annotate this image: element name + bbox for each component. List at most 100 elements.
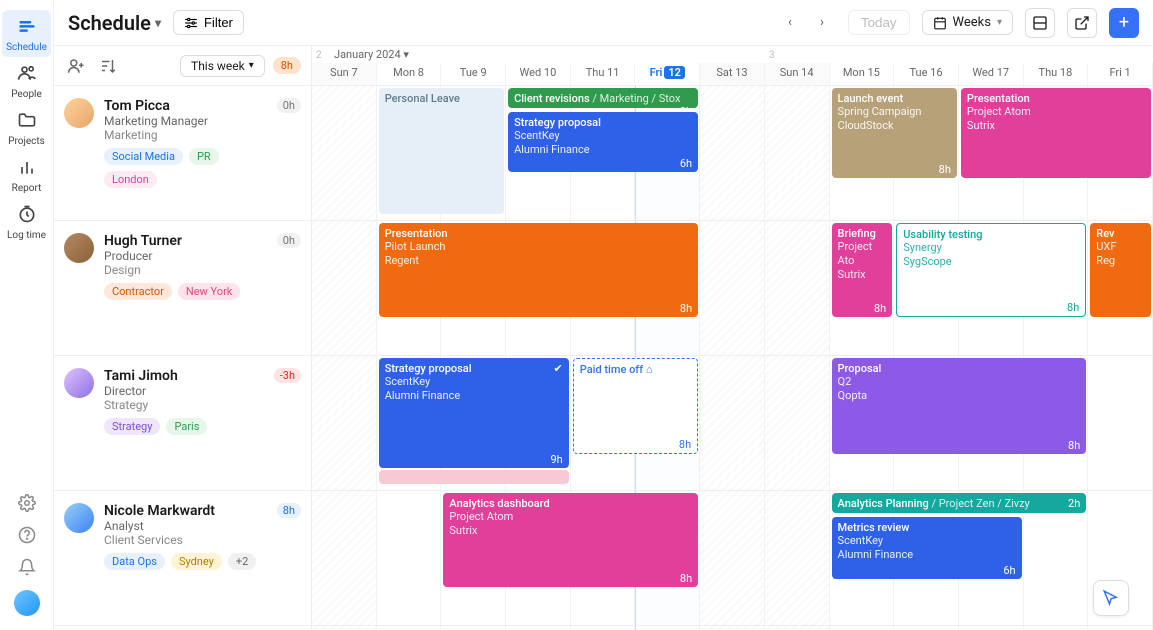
check-icon: ✔︎ bbox=[554, 362, 563, 375]
person-row[interactable]: Tom PiccaMarketing ManagerMarketing Socia… bbox=[54, 86, 311, 221]
person-dept: Marketing bbox=[104, 128, 267, 142]
people-column: This week▾ 8h Tom PiccaMarketing Manager… bbox=[54, 46, 312, 630]
person-hours: 0h bbox=[277, 98, 301, 113]
nav-rail: SchedulePeopleProjectsReportLog time bbox=[0, 0, 54, 630]
day-header[interactable]: Mon 15 bbox=[830, 63, 895, 85]
day-header[interactable]: Sat 13 bbox=[700, 63, 765, 85]
event[interactable]: Strategy proposalScentKeyAlumni Finance6… bbox=[508, 112, 698, 172]
week-num: 3 bbox=[769, 50, 775, 61]
this-week-selector[interactable]: This week▾ bbox=[180, 55, 265, 77]
person-name: Tom Picca bbox=[104, 98, 267, 114]
month-label[interactable]: January 2024 ▾ bbox=[334, 48, 409, 61]
topbar: Schedule ▾ Filter ‹ › Today Weeks ▾ + bbox=[54, 0, 1153, 46]
badge[interactable]: Contractor bbox=[104, 283, 172, 300]
person-row[interactable]: Hugh TurnerProducerDesign Contractor New Y… bbox=[54, 221, 311, 356]
event[interactable]: Strategy proposal ✔︎ScentKeyAlumni Finan… bbox=[379, 358, 569, 468]
add-button[interactable]: + bbox=[1109, 8, 1139, 38]
badge[interactable]: Strategy bbox=[104, 418, 160, 435]
event[interactable]: Client revisions / Marketing / Stox2h bbox=[508, 88, 698, 108]
today-button[interactable]: Today bbox=[848, 10, 910, 35]
caret-down-icon: ▾ bbox=[997, 17, 1002, 28]
projects-icon bbox=[15, 108, 39, 132]
help-icon[interactable] bbox=[18, 526, 36, 544]
cursor-mode-button[interactable] bbox=[1093, 580, 1129, 616]
event[interactable]: Paid time off ⌂8h bbox=[573, 358, 698, 454]
badge[interactable]: Sydney bbox=[171, 553, 222, 570]
home-icon: ⌂ bbox=[646, 363, 653, 376]
day-header[interactable]: Tue 16 bbox=[894, 63, 959, 85]
day-header[interactable]: Fri12 bbox=[635, 63, 700, 85]
day-header[interactable]: Thu 18 bbox=[1024, 63, 1089, 85]
nav-logtime[interactable]: Log time bbox=[2, 198, 51, 245]
badge[interactable]: Paris bbox=[166, 418, 207, 435]
badge[interactable]: Data Ops bbox=[104, 553, 165, 570]
filter-button[interactable]: Filter bbox=[173, 10, 244, 35]
schedule-icon bbox=[15, 14, 39, 38]
avatar bbox=[64, 368, 94, 398]
nav-people[interactable]: People bbox=[2, 57, 51, 104]
person-role: Producer bbox=[104, 249, 267, 263]
next-button[interactable]: › bbox=[808, 9, 836, 37]
person-hours: 8h bbox=[277, 503, 301, 518]
badge[interactable]: New York bbox=[178, 283, 241, 300]
day-header[interactable]: Mon 8 bbox=[377, 63, 442, 85]
person-hours: 0h bbox=[277, 233, 301, 248]
person-dept: Design bbox=[104, 263, 267, 277]
event[interactable]: PresentationProject AtomSutrix bbox=[961, 88, 1151, 178]
event[interactable]: Analytics Planning / Project Zen / Zivzy… bbox=[832, 493, 1087, 513]
person-row[interactable]: Nicole MarkwardtAnalystClient ServicesDa… bbox=[54, 491, 311, 626]
layout-toggle[interactable] bbox=[1025, 8, 1055, 38]
sort-icon[interactable] bbox=[96, 54, 120, 78]
page-title[interactable]: Schedule ▾ bbox=[68, 11, 161, 35]
avatar bbox=[64, 503, 94, 533]
avatar bbox=[64, 98, 94, 128]
person-name: Tami Jimoh bbox=[104, 368, 264, 384]
event[interactable] bbox=[379, 470, 569, 484]
nav-projects[interactable]: Projects bbox=[2, 104, 51, 151]
event[interactable]: Personal Leave bbox=[379, 88, 504, 214]
calendar-icon bbox=[933, 16, 947, 30]
event[interactable]: Launch eventSpring CampaignCloudStock8h bbox=[832, 88, 957, 178]
day-header[interactable]: Fri 1 bbox=[1088, 63, 1153, 85]
badge[interactable]: PR bbox=[189, 148, 219, 165]
nav-schedule[interactable]: Schedule bbox=[2, 10, 51, 57]
week-num: 2 bbox=[316, 50, 322, 61]
day-header[interactable]: Sun 7 bbox=[312, 63, 377, 85]
add-user-icon[interactable] bbox=[64, 54, 88, 78]
badge[interactable]: +2 bbox=[228, 553, 256, 570]
badge[interactable]: London bbox=[104, 171, 157, 188]
day-header[interactable]: Wed 10 bbox=[506, 63, 571, 85]
filter-icon bbox=[184, 16, 198, 30]
event[interactable]: ProposalQ2Qopta8h bbox=[832, 358, 1087, 454]
person-name: Hugh Turner bbox=[104, 233, 267, 249]
person-role: Marketing Manager bbox=[104, 114, 267, 128]
event[interactable]: PresentationPilot LaunchRegent8h bbox=[379, 223, 698, 317]
bell-icon[interactable] bbox=[18, 558, 36, 576]
person-dept: Strategy bbox=[104, 398, 264, 412]
calendar: 2January 2024 ▾3 Sun 7Mon 8Tue 9Wed 10Th… bbox=[312, 46, 1153, 630]
event[interactable]: Analytics dashboardProject AtomSutrix8h bbox=[443, 493, 698, 587]
person-dept: Client Services bbox=[104, 533, 267, 547]
calendar-header: 2January 2024 ▾3 Sun 7Mon 8Tue 9Wed 10Th… bbox=[312, 46, 1153, 86]
day-header[interactable]: Tue 9 bbox=[441, 63, 506, 85]
gear-icon[interactable] bbox=[18, 494, 36, 512]
event[interactable]: Metrics reviewScentKeyAlumni Finance6h bbox=[832, 517, 1022, 579]
day-header[interactable]: Thu 11 bbox=[571, 63, 636, 85]
event[interactable]: RevUXFReg bbox=[1090, 223, 1151, 317]
view-selector[interactable]: Weeks ▾ bbox=[922, 10, 1013, 35]
day-header[interactable]: Sun 14 bbox=[765, 63, 830, 85]
person-row[interactable]: Tami JimohDirectorStrategyStrategyParis-… bbox=[54, 356, 311, 491]
nav-report[interactable]: Report bbox=[2, 151, 51, 198]
avatar bbox=[64, 233, 94, 263]
person-name: Nicole Markwardt bbox=[104, 503, 267, 519]
share-button[interactable] bbox=[1067, 8, 1097, 38]
user-avatar[interactable] bbox=[14, 590, 40, 616]
prev-button[interactable]: ‹ bbox=[776, 9, 804, 37]
event[interactable]: Usability testingSynergySygScope8h bbox=[896, 223, 1086, 317]
event[interactable]: BriefingProject AtoSutrix8h bbox=[832, 223, 893, 317]
day-header[interactable]: Wed 17 bbox=[959, 63, 1024, 85]
badge[interactable]: Social Media bbox=[104, 148, 183, 165]
person-role: Director bbox=[104, 384, 264, 398]
hours-badge: 8h bbox=[273, 57, 301, 74]
caret-down-icon: ▾ bbox=[155, 16, 161, 30]
